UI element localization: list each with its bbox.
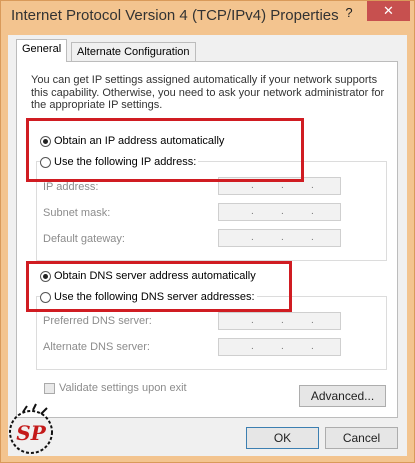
advanced-button[interactable]: Advanced... <box>299 385 386 407</box>
cancel-button[interactable]: Cancel <box>325 427 398 449</box>
close-button[interactable]: ✕ <box>367 1 410 21</box>
preferred-dns-label: Preferred DNS server: <box>43 315 152 327</box>
alternate-dns-label: Alternate DNS server: <box>43 341 150 353</box>
preferred-dns-input[interactable]: ... <box>218 312 341 330</box>
dns-highlight-box <box>26 261 292 312</box>
dialog-window: Internet Protocol Version 4 (TCP/IPv4) P… <box>0 0 415 463</box>
tab-general[interactable]: General <box>16 39 68 62</box>
default-gateway-input[interactable]: ... <box>218 229 341 247</box>
ip-address-label: IP address: <box>43 181 99 193</box>
ok-button[interactable]: OK <box>246 427 319 449</box>
alternate-dns-input[interactable]: ... <box>218 338 341 356</box>
dialog-body: General Alternate Configuration You can … <box>8 35 407 456</box>
subnet-mask-label: Subnet mask: <box>43 207 111 219</box>
title-bar[interactable]: Internet Protocol Version 4 (TCP/IPv4) P… <box>1 1 414 35</box>
window-title: Internet Protocol Version 4 (TCP/IPv4) P… <box>11 7 339 24</box>
tab-alternate-configuration[interactable]: Alternate Configuration <box>71 42 196 62</box>
intro-text: You can get IP settings assigned automat… <box>31 74 385 111</box>
general-panel: You can get IP settings assigned automat… <box>16 61 398 418</box>
watermark-text: SP <box>16 421 46 445</box>
ip-highlight-box <box>26 118 304 182</box>
validate-settings-checkbox[interactable]: Validate settings upon exit <box>44 382 187 394</box>
sp-watermark-logo: SP <box>3 402 59 458</box>
help-button[interactable]: ? <box>337 4 361 22</box>
checkbox-icon <box>44 382 55 394</box>
validate-settings-label: Validate settings upon exit <box>59 382 187 394</box>
subnet-mask-input[interactable]: ... <box>218 203 341 221</box>
default-gateway-label: Default gateway: <box>43 233 125 245</box>
